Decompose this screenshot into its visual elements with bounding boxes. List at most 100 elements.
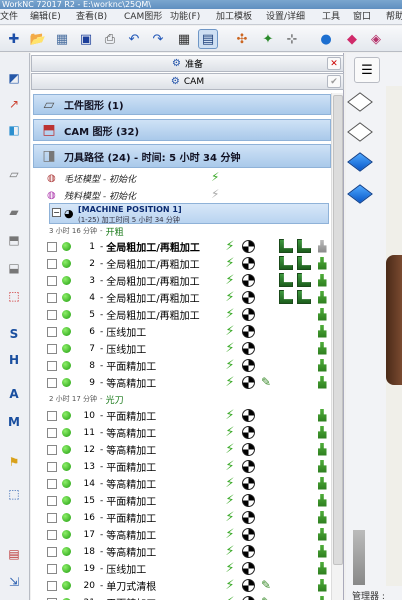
tool-icon[interactable] [315,358,329,372]
compute-icon[interactable]: ⚡ [223,510,237,525]
row-checkbox[interactable] [47,461,57,472]
compute-icon[interactable]: ⚡ [223,595,237,600]
toolpath-row[interactable]: 18- 等高精加工 ⚡ [47,543,333,560]
profile-icon[interactable] [279,290,293,304]
compute-icon[interactable]: ⚡ [223,476,237,491]
row-checkbox[interactable] [47,258,57,269]
tool-icon[interactable] [315,375,329,389]
tool-icon[interactable] [315,239,329,253]
compute-icon[interactable]: ⚡ [223,341,237,356]
disk-icon[interactable] [241,307,255,321]
tool-icon[interactable] [315,442,329,456]
row-checkbox[interactable] [47,529,57,540]
disk-icon[interactable] [241,256,255,270]
toolpath-row[interactable]: 13- 平面精加工 ⚡ [47,458,333,475]
compute-icon[interactable]: ⚡ [223,256,237,271]
tool-icon[interactable] [315,290,329,304]
tool-icon[interactable] [315,493,329,507]
menu-file[interactable]: 文件 [0,9,18,25]
section-header[interactable]: 2 小时 17 分钟 - 光刀 [49,392,124,406]
toolpath-row[interactable]: 15- 平面精加工 ⚡ [47,492,333,509]
menu-view[interactable]: 查看(B) [76,9,107,25]
disk-icon[interactable] [241,493,255,507]
toolpath-row[interactable]: 4- 全局粗加工/再粗加工 ⚡ [47,289,333,306]
compute-icon[interactable]: ⚡ [223,442,237,457]
disk-icon[interactable] [241,442,255,456]
row-checkbox[interactable] [47,580,57,591]
menu-help[interactable]: 帮助 [386,9,402,25]
toolpath-row[interactable]: 3- 全局粗加工/再粗加工 ⚡ [47,272,333,289]
report-icon[interactable]: ▤ [3,543,25,565]
confirm-button[interactable]: ✔ [327,75,341,88]
undo-icon[interactable]: ↶ [124,29,144,49]
menu-edit[interactable]: 编辑(E) [30,9,61,25]
profile-icon[interactable] [279,273,293,287]
stock-compute-icon[interactable]: ⚡ [211,171,219,183]
compute-icon[interactable]: ⚡ [223,527,237,542]
boundary-icon[interactable]: ⬚ [3,285,25,307]
disk-icon[interactable] [241,544,255,558]
print-icon[interactable]: ⎙ [100,29,120,49]
tool-icon[interactable] [315,459,329,473]
close-button[interactable]: ✕ [327,57,341,70]
measure-tool-icon[interactable]: ⚑ [3,451,25,473]
toolpath-row[interactable]: 2- 全局粗加工/再粗加工 ⚡ [47,255,333,272]
disk-icon[interactable] [241,290,255,304]
disk-icon[interactable] [241,595,255,600]
disk-icon[interactable] [241,408,255,422]
pencil-icon[interactable]: ✎ [259,578,273,592]
new-document-icon[interactable]: ✚ [4,29,24,49]
transform-icon[interactable]: ✦ [258,29,278,49]
row-checkbox[interactable] [47,444,57,455]
save-all-icon[interactable]: ▦ [52,29,72,49]
tool-icon[interactable] [315,595,329,600]
compute-icon[interactable]: ⚡ [223,375,237,390]
row-checkbox[interactable] [47,546,57,557]
tool-icon[interactable] [315,273,329,287]
toolpath-row[interactable]: 1- 全局粗加工/再粗加工 ⚡ [47,238,333,255]
tool-icon[interactable] [315,510,329,524]
menu-cam-graphics[interactable]: CAM图形 [124,9,162,25]
menu-lines-icon[interactable]: ☰ [354,57,380,83]
tool-icon[interactable] [315,425,329,439]
tool-icon[interactable] [315,578,329,592]
residual-compute-icon[interactable]: ⚡ [211,188,219,200]
profile-icon-2[interactable] [297,290,311,304]
extrude-icon[interactable]: ⬒ [3,229,25,251]
shaded-cube-icon[interactable]: ◆ [342,29,362,49]
sphere-icon[interactable]: ● [316,29,336,49]
disk-icon[interactable] [241,324,255,338]
tool-icon[interactable] [315,561,329,575]
toolpath-row[interactable]: 10- 平面精加工 ⚡ [47,407,333,424]
compute-icon[interactable]: ⚡ [223,239,237,254]
curve-icon[interactable]: ↗ [3,93,25,115]
pocket-icon[interactable]: ⬓ [3,257,25,279]
pencil-icon[interactable]: ✎ [259,595,273,600]
disk-icon[interactable] [241,510,255,524]
profile-icon-2[interactable] [297,239,311,253]
toolpath-row[interactable]: 7- 压线加工 ⚡ [47,340,333,357]
surface-icon[interactable]: ◧ [3,119,25,141]
row-checkbox[interactable] [47,377,57,388]
compute-icon[interactable]: ⚡ [223,544,237,559]
row-checkbox[interactable] [47,410,57,421]
group-work-graphics[interactable]: ▱ 工件图形 (1) [33,94,331,115]
front-view-icon[interactable] [347,151,373,173]
axis-icon[interactable]: ✣ [232,29,252,49]
toolpath-row[interactable]: 9- 等高精加工 ⚡ ✎ [47,374,333,391]
sweep-icon[interactable]: ◩ [3,67,25,89]
row-checkbox[interactable] [47,326,57,337]
measure-icon[interactable]: ⊹ [282,29,302,49]
toolpath-row[interactable]: 5- 全局粗加工/再粗加工 ⚡ [47,306,333,323]
row-checkbox[interactable] [47,563,57,574]
compute-icon[interactable]: ⚡ [223,578,237,593]
iso-view-icon[interactable] [347,91,373,113]
save-icon[interactable]: ▣ [76,29,96,49]
pencil-icon[interactable]: ✎ [259,375,273,389]
tool-icon[interactable] [315,544,329,558]
toolpath-row[interactable]: 12- 等高精加工 ⚡ [47,441,333,458]
export-icon[interactable]: ⇲ [3,571,25,593]
select-icon[interactable]: ⬚ [3,483,25,505]
compute-icon[interactable]: ⚡ [223,408,237,423]
disk-icon[interactable] [241,459,255,473]
